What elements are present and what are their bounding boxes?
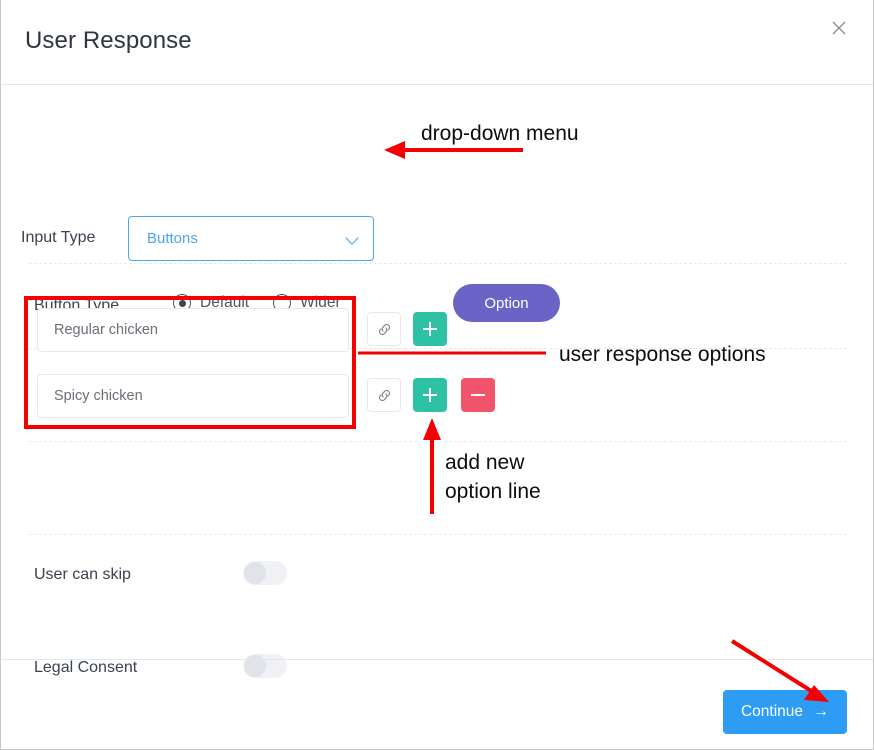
modal-header: User Response bbox=[1, 0, 873, 85]
close-icon[interactable] bbox=[825, 14, 853, 42]
user-can-skip-toggle[interactable] bbox=[243, 561, 287, 585]
divider bbox=[29, 263, 847, 264]
page-title: User Response bbox=[25, 27, 192, 54]
input-type-label: Input Type bbox=[21, 229, 96, 246]
divider bbox=[29, 534, 847, 535]
divider bbox=[29, 441, 847, 442]
toggle-knob bbox=[244, 562, 266, 584]
modal-footer: Continue → bbox=[1, 659, 873, 749]
arrow-right-icon: → bbox=[813, 703, 830, 720]
user-response-modal: User Response Input Type Buttons Button … bbox=[0, 0, 874, 750]
minus-icon bbox=[471, 394, 485, 396]
option-input-0[interactable] bbox=[37, 308, 349, 352]
add-option-button[interactable] bbox=[413, 378, 447, 412]
plus-icon bbox=[423, 388, 437, 402]
user-can-skip-label: User can skip bbox=[34, 566, 131, 583]
input-type-value: Buttons bbox=[147, 230, 198, 247]
continue-button[interactable]: Continue → bbox=[723, 690, 847, 734]
option-row bbox=[1, 374, 873, 424]
link-icon[interactable] bbox=[367, 312, 401, 346]
modal-body: Input Type Buttons Button Type Default W… bbox=[1, 86, 873, 678]
option-row bbox=[1, 308, 873, 358]
continue-button-label: Continue bbox=[740, 703, 804, 720]
plus-icon bbox=[423, 322, 437, 336]
remove-option-button[interactable] bbox=[461, 378, 495, 412]
add-option-button[interactable] bbox=[413, 312, 447, 346]
option-input-1[interactable] bbox=[37, 374, 349, 418]
link-icon[interactable] bbox=[367, 378, 401, 412]
input-type-dropdown[interactable]: Buttons bbox=[128, 216, 374, 261]
chevron-down-icon bbox=[345, 233, 359, 251]
